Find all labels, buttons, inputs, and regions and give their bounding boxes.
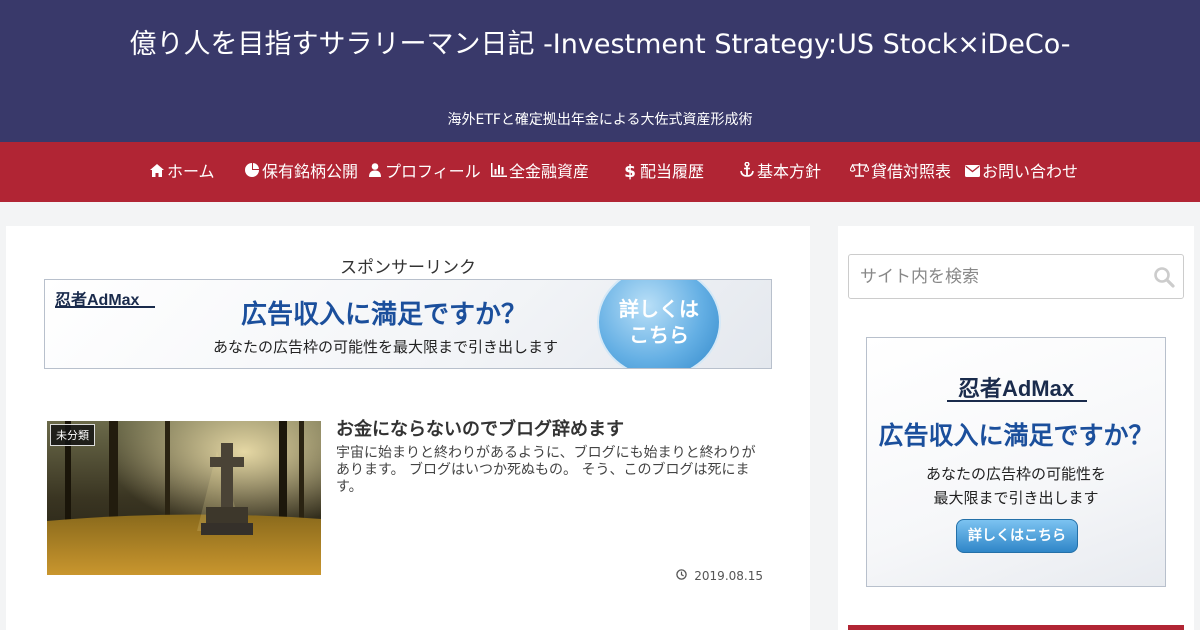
global-nav: ホーム 保有銘柄公開 プロフィール 全金融資産 $ 配当履歴 基本方針 貸借対照表…	[0, 142, 1200, 202]
nav-item-holdings[interactable]: 保有銘柄公開	[244, 142, 358, 202]
site-header: 億り人を目指すサラリーマン日記 -Investment Strategy:US …	[0, 0, 1200, 142]
post-title[interactable]: お金にならないのでブログ辞めます	[336, 415, 624, 441]
sidebar: 忍者AdMax 広告収入に満足ですか？ あなたの広告枠の可能性を 最大限まで引き…	[838, 226, 1194, 630]
ad-subtext: あなたの広告枠の可能性を 最大限まで引き出します	[867, 462, 1165, 510]
clock-icon	[676, 569, 691, 583]
nav-item-label: 全金融資産	[509, 162, 590, 181]
search-input[interactable]	[849, 255, 1145, 298]
ad-banner[interactable]: 忍者AdMax 広告収入に満足ですか？ あなたの広告枠の可能性を最大限まで引き出…	[44, 279, 772, 369]
nav-item-label: 配当履歴	[640, 162, 705, 181]
envelope-icon	[964, 143, 980, 203]
ad-subtext-line: 最大限まで引き出します	[933, 489, 1099, 507]
nav-item-label: ホーム	[167, 162, 215, 181]
nav-item-profile[interactable]: プロフィール	[367, 142, 481, 202]
sidebar-ad[interactable]: 忍者AdMax 広告収入に満足ですか？ あなたの広告枠の可能性を 最大限まで引き…	[866, 337, 1166, 587]
home-icon	[149, 143, 165, 203]
ad-subtext: あなたの広告枠の可能性を最大限まで引き出します	[213, 338, 559, 356]
ad-logo-underline	[947, 400, 1087, 402]
post-date: 2019.08.15	[676, 569, 763, 583]
site-tagline: 海外ETFと確定拠出年金による大佐式資産形成術	[447, 112, 753, 128]
post-thumbnail[interactable]: 未分類	[47, 421, 321, 575]
post-date-text: 2019.08.15	[694, 569, 763, 583]
site-title[interactable]: 億り人を目指すサラリーマン日記 -Investment Strategy:US …	[0, 28, 1200, 62]
bar-chart-icon	[491, 143, 507, 203]
dollar-icon: $	[624, 162, 636, 182]
ad-circle-line: こちら	[629, 323, 689, 347]
post-excerpt: 宇宙に始まりと終わりがあるように、ブログにも始まりと終わりがあります。 ブログは…	[336, 445, 756, 495]
search-icon[interactable]	[1153, 266, 1175, 288]
ad-circle-line: 詳しくは	[619, 297, 699, 321]
post-card[interactable]: 未分類 お金にならないのでブログ辞めます 宇宙に始まりと終わりがあるように、ブロ…	[47, 419, 771, 583]
nav-item-contact[interactable]: お問い合わせ	[964, 142, 1078, 202]
ad-details-button[interactable]: 詳しくは こちら	[597, 280, 721, 368]
balance-scale-icon	[849, 143, 870, 203]
nav-item-label: 基本方針	[757, 162, 822, 181]
user-icon	[367, 143, 383, 203]
category-badge[interactable]: 未分類	[50, 424, 95, 446]
nav-item-assets[interactable]: 全金融資産	[491, 142, 589, 202]
nav-item-label: お問い合わせ	[982, 162, 1079, 181]
nav-item-label: 貸借対照表	[871, 162, 952, 181]
anchor-icon	[739, 143, 755, 203]
nav-item-label: プロフィール	[385, 162, 481, 181]
ad-headline: 広告収入に満足ですか？	[241, 300, 528, 330]
ad-details-button[interactable]: 詳しくはこちら	[956, 519, 1078, 553]
nav-item-policy[interactable]: 基本方針	[739, 142, 821, 202]
nav-item-dividends[interactable]: $ 配当履歴	[622, 142, 704, 202]
pie-chart-icon	[244, 143, 260, 203]
nav-item-balance-sheet[interactable]: 貸借対照表	[849, 142, 952, 203]
ad-logo-underline	[55, 306, 155, 308]
sidebar-widget-header	[848, 625, 1184, 630]
nav-item-label: 保有銘柄公開	[262, 162, 359, 181]
main-content: スポンサーリンク 忍者AdMax 広告収入に満足ですか？ あなたの広告枠の可能性…	[6, 226, 810, 630]
sponsor-label: スポンサーリンク	[340, 258, 476, 278]
nav-item-home[interactable]: ホーム	[149, 142, 215, 202]
ad-logo: 忍者AdMax	[957, 376, 1075, 401]
ad-subtext-line: あなたの広告枠の可能性を	[925, 465, 1106, 483]
search-box	[848, 254, 1184, 299]
ad-headline: 広告収入に満足ですか？	[878, 421, 1154, 450]
